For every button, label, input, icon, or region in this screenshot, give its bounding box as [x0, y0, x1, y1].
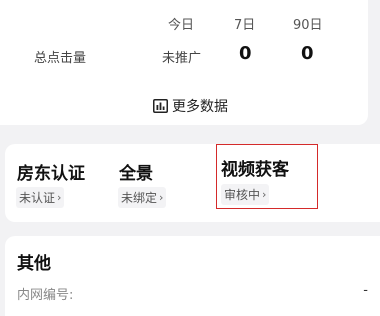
video-leads-status[interactable]: 审核中 ›: [221, 184, 270, 205]
total-clicks-7-days: 0: [239, 43, 252, 64]
internal-id-label: 内网编号:: [17, 288, 74, 303]
header-90-days: 90日: [293, 18, 323, 33]
total-clicks-90-days: 0: [301, 43, 314, 64]
header-7-days: 7日: [234, 18, 256, 33]
chevron-right-icon: ›: [262, 188, 267, 201]
video-leads-status-text: 审核中: [224, 188, 261, 202]
bar-chart-icon: [153, 99, 168, 113]
header-today: 今日: [168, 18, 195, 33]
verification-card: 房东认证 未认证 › 全景 未绑定 › 视频获客 审核中 ›: [5, 144, 380, 222]
landlord-verification-status[interactable]: 未认证 ›: [16, 187, 65, 208]
landlord-verification-status-text: 未认证: [19, 191, 56, 205]
panorama-status[interactable]: 未绑定 ›: [118, 187, 167, 208]
other-card: 其他 内网编号: -: [5, 236, 380, 316]
panorama-title: 全景: [119, 164, 153, 184]
total-clicks-today: 未推广: [162, 51, 202, 66]
internal-id-value: -: [363, 283, 368, 298]
landlord-verification-title: 房东认证: [17, 164, 85, 184]
chevron-right-icon: ›: [159, 191, 164, 204]
panorama-status-text: 未绑定: [121, 191, 158, 205]
more-data-label: 更多数据: [172, 99, 228, 115]
stats-card: 今日 7日 90日 总点击量 未推广 0 0 更多数据: [0, 0, 368, 125]
video-leads-title: 视频获客: [221, 160, 289, 180]
total-clicks-label: 总点击量: [34, 51, 87, 66]
other-section-title: 其他: [17, 254, 51, 274]
chevron-right-icon: ›: [57, 191, 62, 204]
more-data-button[interactable]: 更多数据: [153, 96, 228, 116]
